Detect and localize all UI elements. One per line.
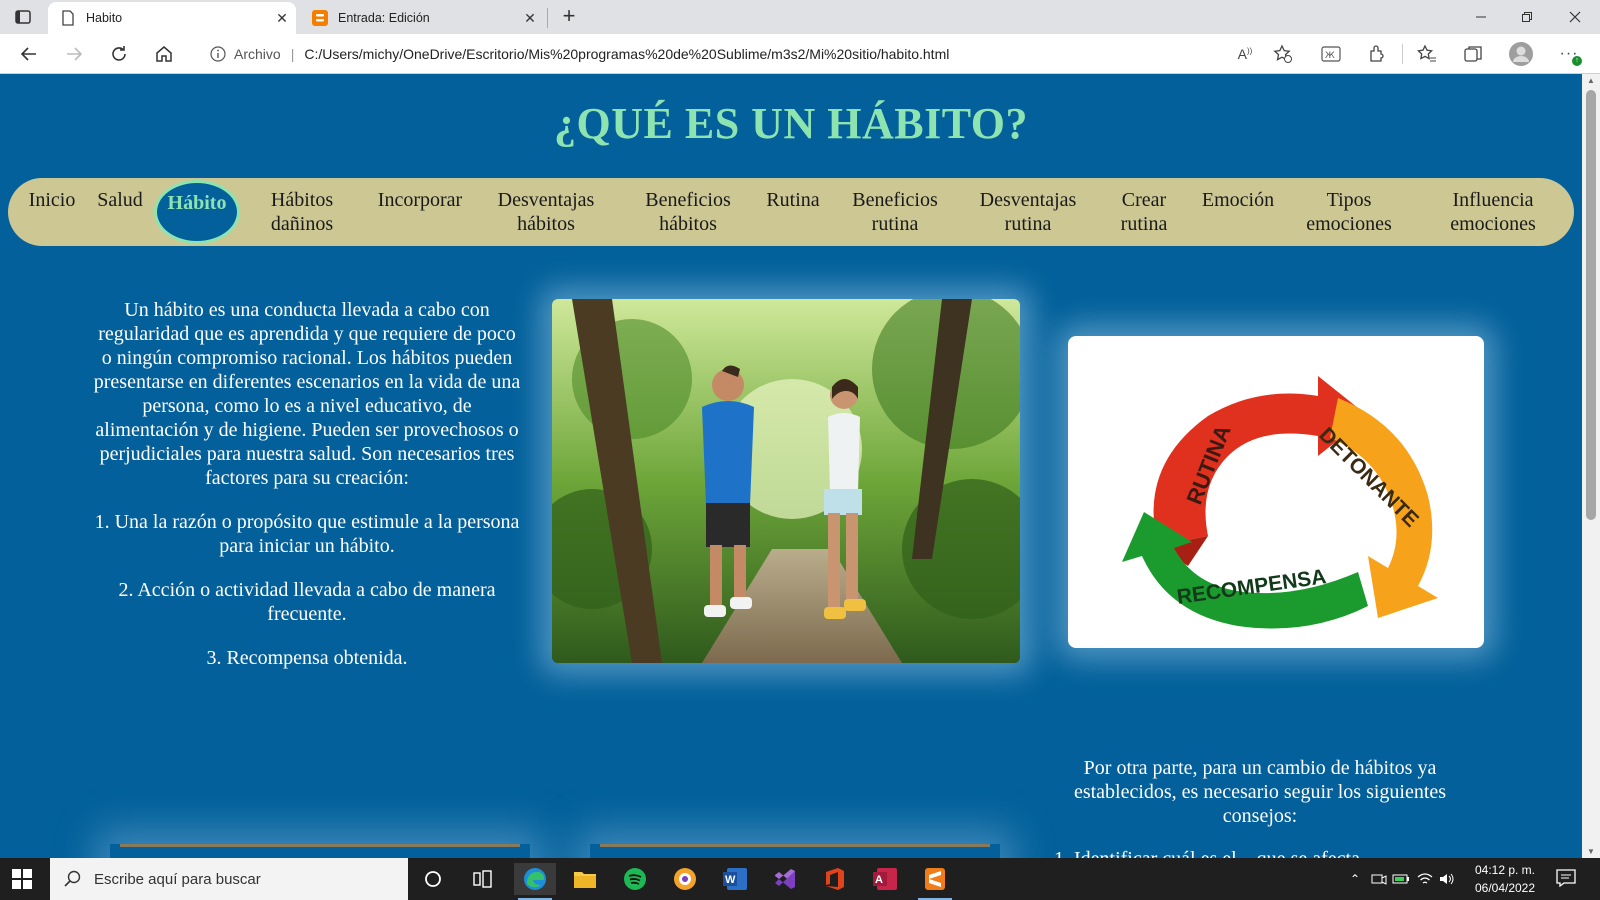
habit-change-paragraph: Por otra parte, para un cambio de hábito… — [1073, 757, 1447, 827]
menu-item-beneficios-rutina[interactable]: Beneficios rutina — [826, 178, 964, 236]
menu-item-rutina[interactable]: Rutina — [760, 178, 826, 212]
show-hidden-icons[interactable]: ⌃ — [1346, 870, 1364, 888]
spotify-icon[interactable] — [614, 863, 656, 895]
system-clock[interactable]: 04:12 p. m. 06/04/2022 — [1462, 861, 1548, 897]
menu-item-beneficios-habitos[interactable]: Beneficios hábitos — [616, 178, 760, 236]
extensions-icon[interactable] — [1366, 43, 1388, 65]
menu-item-habitos-daninos[interactable]: Hábitos dañinos — [240, 178, 364, 236]
edge-browser-icon[interactable] — [514, 863, 556, 900]
address-divider: | — [290, 46, 295, 62]
menu-item-desventajas-rutina[interactable]: Desventajas rutina — [964, 178, 1092, 236]
task-view-icon[interactable] — [462, 863, 504, 895]
svg-text:Ж: Ж — [1325, 51, 1335, 61]
favorites-icon[interactable] — [1416, 43, 1438, 65]
browser-tab-bar: Habito ✕ Entrada: Edición ✕ + — [0, 0, 1600, 34]
browser-toolbar: Archivo | C:/Users/michy/OneDrive/Escrit… — [0, 34, 1600, 74]
office-icon[interactable] — [814, 863, 856, 895]
tab-divider — [547, 8, 548, 28]
image-placeholder-bottom-center — [590, 844, 1000, 858]
address-bar[interactable]: Archivo | C:/Users/michy/OneDrive/Escrit… — [196, 39, 1296, 69]
access-icon[interactable]: A — [864, 863, 906, 895]
menu-item-influencia-emociones[interactable]: Influencia emociones — [1418, 178, 1568, 236]
menu-item-habito[interactable]: Hábito — [154, 180, 240, 244]
add-favorite-icon[interactable] — [1272, 43, 1294, 65]
profile-avatar[interactable] — [1508, 41, 1534, 67]
tab-habito[interactable]: Habito ✕ — [48, 2, 296, 34]
factor-item: 1. Una la razón o propósito que estimule… — [94, 511, 520, 557]
page-title: ¿QUÉ ES UN HÁBITO? — [554, 99, 1028, 148]
menu-item-salud[interactable]: Salud — [86, 178, 154, 212]
new-tab-button[interactable]: + — [556, 4, 582, 30]
web-page: ¿QUÉ ES UN HÁBITO? Inicio Salud Hábito H… — [0, 74, 1582, 858]
minimize-button[interactable] — [1458, 0, 1504, 34]
taskbar-search-box[interactable]: Escribe aquí para buscar — [50, 858, 408, 900]
intro-section: Un hábito es una conducta llevada a cabo… — [92, 298, 522, 690]
image-placeholder-bottom-left — [110, 844, 530, 858]
tab-title: Entrada: Edición — [338, 11, 430, 25]
factor-item: 3. Recompensa obtenida. — [206, 647, 408, 669]
tab-title: Habito — [86, 11, 123, 25]
battery-icon[interactable] — [1392, 870, 1410, 888]
meet-now-icon[interactable] — [1370, 870, 1388, 888]
settings-more-icon[interactable]: ··· ↑ — [1558, 43, 1582, 66]
sublime-text-icon[interactable] — [914, 863, 956, 900]
info-icon[interactable] — [210, 46, 226, 62]
intro-paragraph: Un hábito es una conducta llevada a cabo… — [93, 299, 521, 489]
close-tab-icon[interactable]: ✕ — [268, 10, 296, 27]
close-window-button[interactable] — [1552, 0, 1598, 34]
restore-button[interactable] — [1504, 0, 1550, 34]
clock-time: 04:12 p. m. — [1474, 863, 1536, 877]
habit-cycle-image: RUTINA DETONANTE RECOMPENSA — [1068, 336, 1484, 648]
menu-item-incorporar[interactable]: Incorporar — [364, 178, 476, 212]
windows-start-icon[interactable] — [12, 869, 32, 889]
refresh-icon[interactable] — [108, 43, 130, 65]
clock-date: 06/04/2022 — [1474, 881, 1536, 895]
menu-item-desventajas-habitos[interactable]: Desventajas hábitos — [476, 178, 616, 236]
menu-item-crear-rutina[interactable]: Crear rutina — [1092, 178, 1196, 236]
search-placeholder: Escribe aquí para buscar — [94, 870, 261, 888]
word-icon[interactable]: W — [714, 863, 756, 895]
blogger-icon — [312, 10, 328, 26]
visual-studio-icon[interactable] — [764, 863, 806, 895]
forward-icon[interactable] — [63, 43, 85, 65]
search-icon — [64, 870, 82, 888]
windows-taskbar: Escribe aquí para buscar W A ⌃ 04:12 p. … — [0, 858, 1600, 900]
back-icon[interactable] — [18, 43, 40, 65]
svg-text:A: A — [875, 874, 883, 886]
file-explorer-icon[interactable] — [564, 863, 606, 895]
wifi-icon[interactable] — [1416, 870, 1434, 888]
read-aloud-icon[interactable]: A)) — [1234, 43, 1256, 65]
home-icon[interactable] — [153, 43, 175, 65]
menu-item-emocion[interactable]: Emoción — [1196, 178, 1280, 212]
running-couple-image — [552, 299, 1020, 663]
cut-off-list-text: 1. Identificar cuál es el... que se afec… — [1054, 848, 1454, 858]
collections-icon[interactable] — [1462, 43, 1484, 65]
url-text[interactable]: C:/Users/michy/OneDrive/Escritorio/Mis%2… — [304, 46, 949, 62]
file-scheme-label: Archivo — [234, 46, 281, 62]
scroll-up-icon[interactable]: ▲ — [1586, 76, 1596, 85]
tab-actions-icon[interactable] — [14, 8, 32, 26]
immersive-reader-icon[interactable]: Ж — [1320, 43, 1342, 65]
volume-icon[interactable] — [1438, 870, 1456, 888]
notification-center-icon[interactable] — [1556, 869, 1578, 889]
toolbar-divider — [1402, 44, 1403, 64]
brave-browser-icon[interactable] — [664, 863, 706, 895]
factor-item: 2. Acción o actividad llevada a cabo de … — [118, 579, 496, 625]
main-menu: Inicio Salud Hábito Hábitos dañinos Incor… — [8, 178, 1574, 246]
scroll-down-icon[interactable]: ▼ — [1586, 847, 1596, 856]
page-scrollbar[interactable]: ▲ ▼ — [1582, 74, 1600, 858]
close-tab-icon[interactable]: ✕ — [516, 10, 544, 27]
scroll-thumb[interactable] — [1586, 90, 1596, 520]
page-icon — [60, 10, 76, 26]
tab-entrada-edicion[interactable]: Entrada: Edición ✕ — [300, 2, 544, 34]
cortana-icon[interactable] — [412, 863, 454, 895]
svg-text:W: W — [725, 874, 736, 886]
menu-item-tipos-emociones[interactable]: Tipos emociones — [1280, 178, 1418, 236]
menu-item-inicio[interactable]: Inicio — [18, 178, 86, 212]
